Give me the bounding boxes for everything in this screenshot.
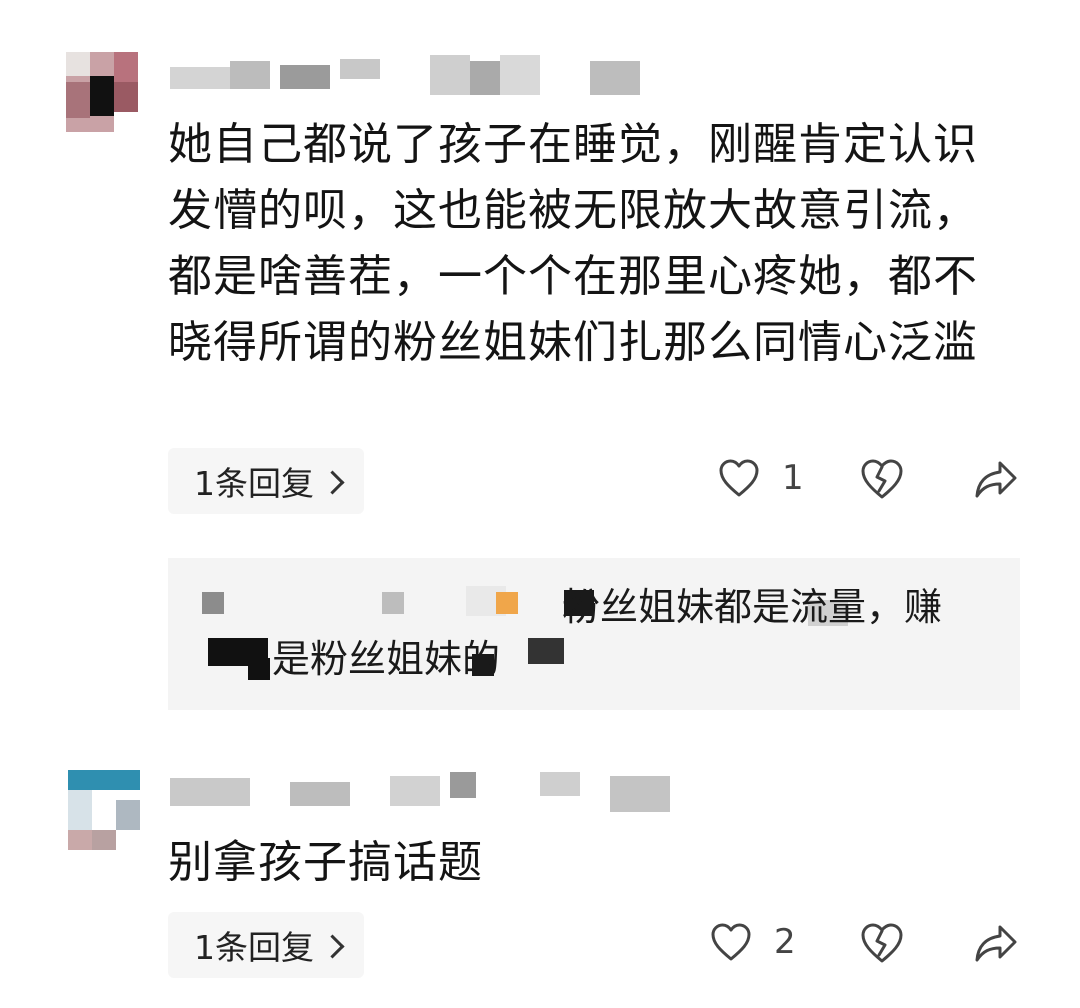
comment-text: 别拿孩子搞话题: [168, 837, 483, 888]
mosaic-block: [496, 592, 518, 614]
username-blurred[interactable]: [170, 772, 690, 812]
reply-text-line-1: 粉丝姐妹都是流量，赚: [562, 585, 943, 629]
heart-outline-icon: [711, 923, 751, 961]
avatar[interactable]: [66, 52, 138, 132]
share-arrow-icon: [975, 925, 1017, 962]
like-button[interactable]: 2: [710, 922, 796, 962]
view-replies-button[interactable]: 1条回复: [168, 448, 364, 514]
mosaic-block: [202, 592, 224, 614]
heart-outline-icon: [719, 459, 759, 497]
reply-text-line-2: 是粉丝姐妹的: [272, 637, 501, 681]
mosaic-block: [248, 658, 270, 680]
mosaic-block: [382, 592, 404, 614]
broken-heart-icon: [861, 459, 903, 499]
like-button[interactable]: 1: [718, 458, 804, 498]
broken-heart-icon: [861, 923, 903, 963]
like-count: 1: [782, 458, 804, 498]
view-replies-button[interactable]: 1条回复: [168, 912, 364, 978]
like-count: 2: [774, 922, 796, 962]
dislike-button[interactable]: [860, 922, 904, 964]
reply-count-label: 1条回复: [194, 464, 314, 503]
share-button[interactable]: [974, 458, 1018, 500]
reply-count-label: 1条回复: [194, 928, 314, 967]
username-blurred[interactable]: [170, 55, 650, 95]
chevron-right-icon: [320, 469, 345, 495]
reply-preview[interactable]: 粉丝姐妹都是流量，赚 是粉丝姐妹的: [168, 558, 1020, 710]
mosaic-block: [528, 638, 564, 664]
avatar[interactable]: [68, 770, 140, 850]
comment-item-2: 别拿孩子搞话题 1条回复 2: [0, 740, 1080, 1008]
comment-item-1: 她自己都说了孩子在睡觉，刚醒肯定认识发懵的呗，这也能被无限放大故意引流，都是啥善…: [0, 0, 1080, 540]
comment-text: 她自己都说了孩子在睡觉，刚醒肯定认识发懵的呗，这也能被无限放大故意引流，都是啥善…: [168, 119, 978, 368]
dislike-button[interactable]: [860, 458, 904, 500]
share-button[interactable]: [974, 922, 1018, 964]
share-arrow-icon: [975, 461, 1017, 498]
chevron-right-icon: [320, 933, 345, 959]
